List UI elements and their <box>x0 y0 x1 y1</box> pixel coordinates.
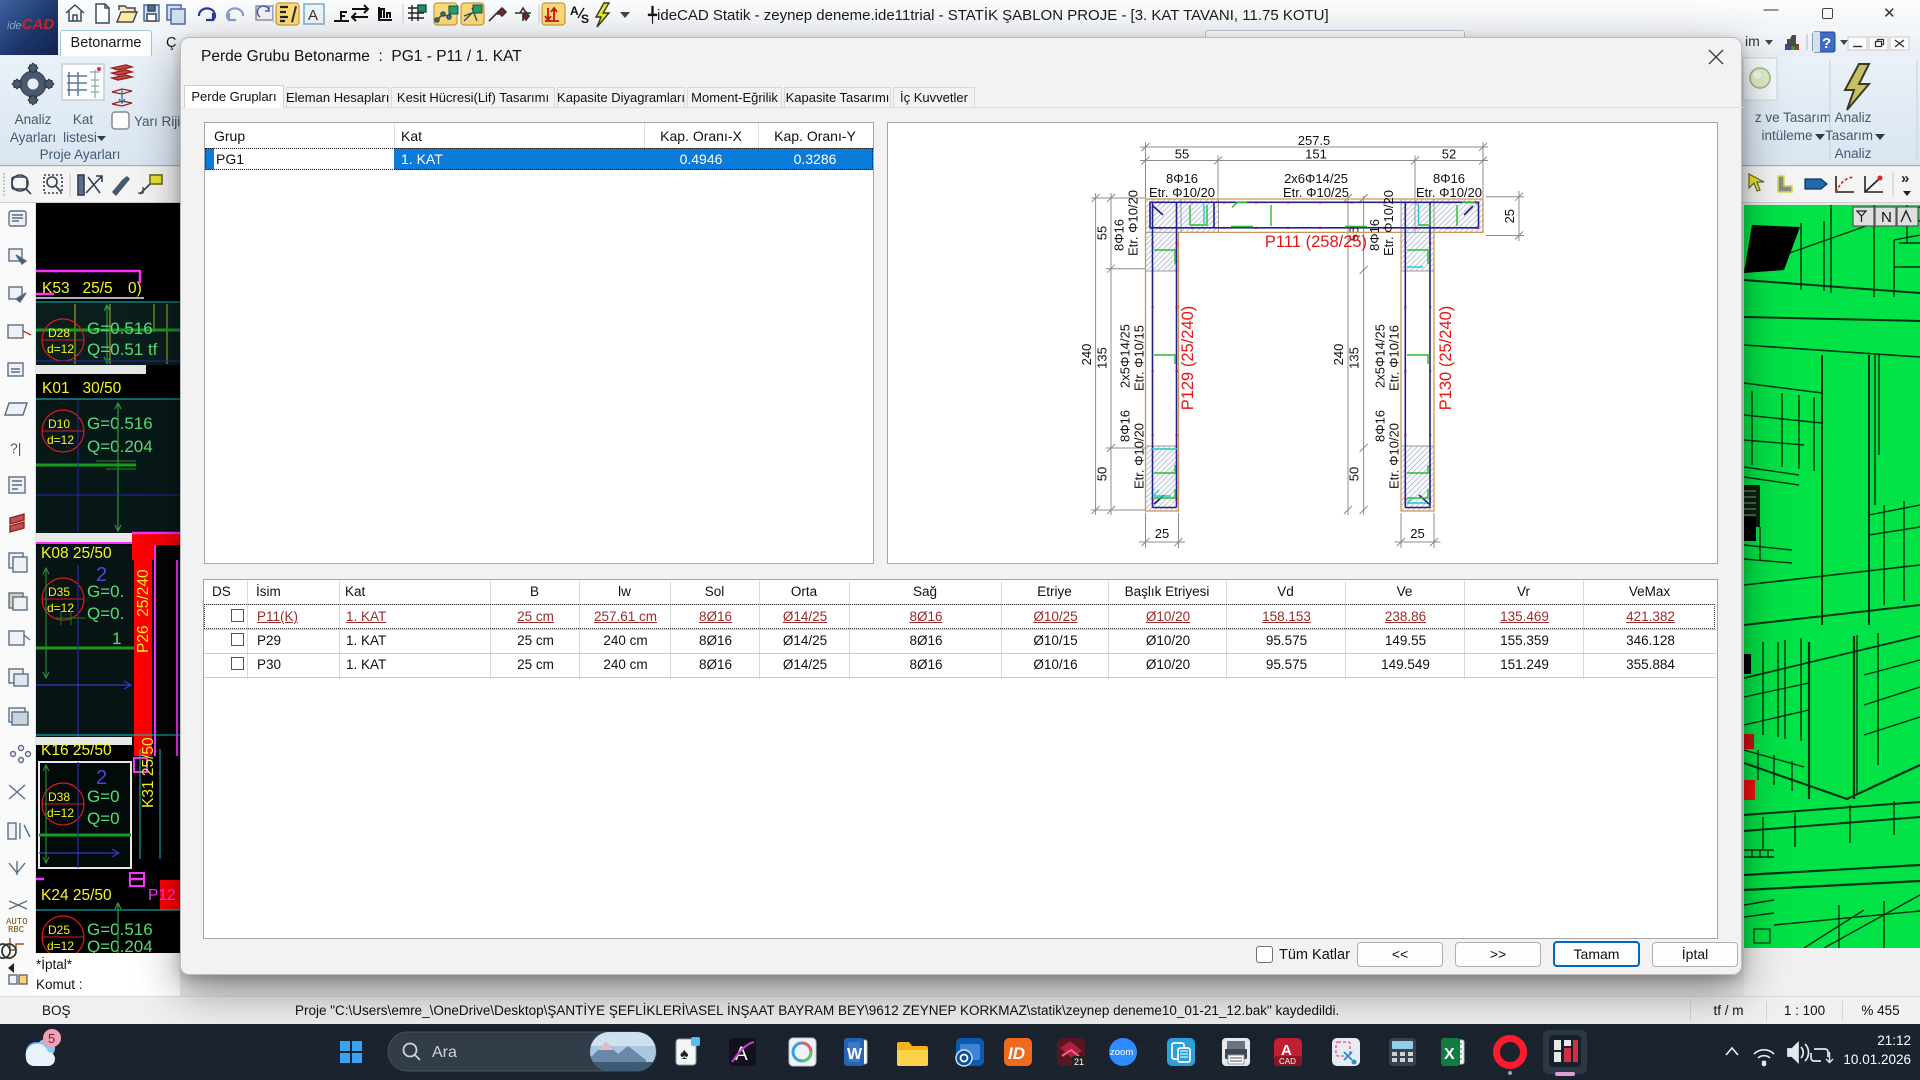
svg-text:intüleme: intüleme <box>1761 128 1812 143</box>
svg-text:5: 5 <box>48 1031 55 1046</box>
svg-text:Yarı Riji: Yarı Riji <box>134 114 180 129</box>
svg-text:K31 25/50: K31 25/50 <box>140 737 157 808</box>
svg-text:0): 0) <box>128 280 142 297</box>
svg-text:D25: D25 <box>48 923 70 937</box>
svg-text:im: im <box>1745 33 1760 49</box>
svg-text:♠: ♠ <box>680 1046 689 1063</box>
svg-text:»: » <box>1901 170 1909 187</box>
svg-text:G=0.516: G=0.516 <box>87 414 153 433</box>
svg-text:A: A <box>570 4 579 18</box>
svg-text:135: 135 <box>1095 347 1110 369</box>
svg-text:d=12: d=12 <box>47 806 74 820</box>
svg-text:2: 2 <box>96 767 107 789</box>
svg-text:50: 50 <box>1095 467 1110 481</box>
svg-text:A: A <box>308 7 318 24</box>
svg-text:21: 21 <box>1074 1057 1084 1067</box>
svg-text:?: ? <box>1822 35 1831 52</box>
svg-text:Etr. Φ10/20: Etr. Φ10/20 <box>1387 423 1402 489</box>
svg-text:G=0: G=0 <box>87 787 120 806</box>
svg-text:8Φ16: 8Φ16 <box>1118 410 1133 442</box>
svg-text:240: 240 <box>1331 344 1346 366</box>
svg-text:135: 135 <box>1347 347 1362 369</box>
svg-text:Ayarları: Ayarları <box>10 130 56 145</box>
svg-text:1: 1 <box>112 629 121 648</box>
svg-text:W: W <box>847 1046 863 1063</box>
svg-text:52: 52 <box>1442 147 1456 162</box>
svg-text:2x6Φ14/25: 2x6Φ14/25 <box>1284 171 1348 186</box>
svg-text:50: 50 <box>1347 467 1362 481</box>
svg-text:8Φ16: 8Φ16 <box>1166 171 1198 186</box>
svg-text:8Φ16: 8Φ16 <box>1433 171 1465 186</box>
svg-text:K01 30/50: K01 30/50 <box>42 380 122 397</box>
svg-text:Q=0.204: Q=0.204 <box>87 437 153 456</box>
svg-text:8Φ16: 8Φ16 <box>1373 410 1388 442</box>
svg-text:Q=0: Q=0 <box>87 809 120 828</box>
svg-text:Analiz: Analiz <box>1835 110 1872 125</box>
svg-text:Etr. Φ10/25: Etr. Φ10/25 <box>1283 185 1349 200</box>
svg-text:P26 25/240: P26 25/240 <box>135 569 152 653</box>
svg-text:10.01.2026: 10.01.2026 <box>1843 1052 1911 1067</box>
svg-text:25: 25 <box>1410 526 1424 541</box>
svg-text:Etr. Φ10/20: Etr. Φ10/20 <box>1416 185 1482 200</box>
svg-text:P130 (25/240): P130 (25/240) <box>1437 306 1455 411</box>
svg-text:G=0.516: G=0.516 <box>87 319 153 338</box>
svg-text:21:12: 21:12 <box>1877 1033 1911 1048</box>
svg-text:Etr. Φ10/16: Etr. Φ10/16 <box>1387 325 1402 391</box>
svg-text:Q=0.: Q=0. <box>87 604 124 623</box>
svg-text:X: X <box>1444 1046 1455 1063</box>
svg-text:151: 151 <box>1305 147 1327 162</box>
svg-text:Etr. Φ10/20: Etr. Φ10/20 <box>1132 423 1147 489</box>
svg-text:Analiz: Analiz <box>15 112 52 127</box>
svg-text:Tasarım: Tasarım <box>1825 128 1873 143</box>
svg-text:?|: ?| <box>10 440 21 456</box>
svg-text:ID: ID <box>1008 1044 1025 1063</box>
svg-text:D38: D38 <box>48 790 70 804</box>
svg-text:2x5Φ14/25: 2x5Φ14/25 <box>1373 324 1388 388</box>
svg-text:RBC: RBC <box>8 925 25 935</box>
svg-text:Kat: Kat <box>73 112 94 127</box>
svg-text:Etr. Φ10/20: Etr. Φ10/20 <box>1126 190 1141 256</box>
svg-text:Ara: Ara <box>432 1044 457 1061</box>
svg-text:Analiz: Analiz <box>1835 146 1872 161</box>
svg-text:Q=0.204: Q=0.204 <box>87 937 153 953</box>
svg-text:K24 25/50: K24 25/50 <box>41 887 112 904</box>
svg-text:d=12: d=12 <box>47 342 74 356</box>
svg-text:Etr. Φ10/20: Etr. Φ10/20 <box>1149 185 1215 200</box>
svg-text:2: 2 <box>96 564 107 586</box>
svg-text:240: 240 <box>1079 344 1094 366</box>
svg-text:8Φ16: 8Φ16 <box>1112 219 1127 251</box>
svg-text:P12: P12 <box>148 887 176 904</box>
svg-text:CAD: CAD <box>1279 1057 1296 1066</box>
svg-text:d=12: d=12 <box>47 433 74 447</box>
svg-text:2x5Φ14/25: 2x5Φ14/25 <box>1118 324 1133 388</box>
svg-text:d=12: d=12 <box>47 939 74 953</box>
svg-text:z ve Tasarım: z ve Tasarım <box>1755 110 1831 125</box>
svg-text:D35: D35 <box>48 585 70 599</box>
svg-text:K08 25/50: K08 25/50 <box>41 545 112 562</box>
svg-text:Etr. Φ10/20: Etr. Φ10/20 <box>1381 190 1396 256</box>
svg-text:Etr. Φ10/15: Etr. Φ10/15 <box>1132 325 1147 391</box>
svg-text:D10: D10 <box>48 417 70 431</box>
svg-text:Q=0.51 tf: Q=0.51 tf <box>87 340 158 359</box>
svg-text:S: S <box>581 12 589 26</box>
svg-text:K53 25/5: K53 25/5 <box>42 280 113 297</box>
svg-text:P129 (25/240): P129 (25/240) <box>1179 306 1197 411</box>
svg-text:55: 55 <box>1175 147 1189 162</box>
svg-text:zoom: zoom <box>1110 1047 1133 1058</box>
svg-text:25: 25 <box>1502 209 1517 223</box>
svg-text:N: N <box>1881 209 1892 226</box>
svg-text:Proje Ayarları: Proje Ayarları <box>40 147 121 162</box>
svg-text:P111 (258/25): P111 (258/25) <box>1265 233 1367 251</box>
svg-text:8Φ16: 8Φ16 <box>1367 219 1382 251</box>
svg-text:D28: D28 <box>48 326 70 340</box>
svg-text:55: 55 <box>1095 226 1110 240</box>
svg-text:25: 25 <box>1155 526 1169 541</box>
svg-text:K16 25/50: K16 25/50 <box>41 742 112 759</box>
svg-text:listesi: listesi <box>63 130 97 145</box>
